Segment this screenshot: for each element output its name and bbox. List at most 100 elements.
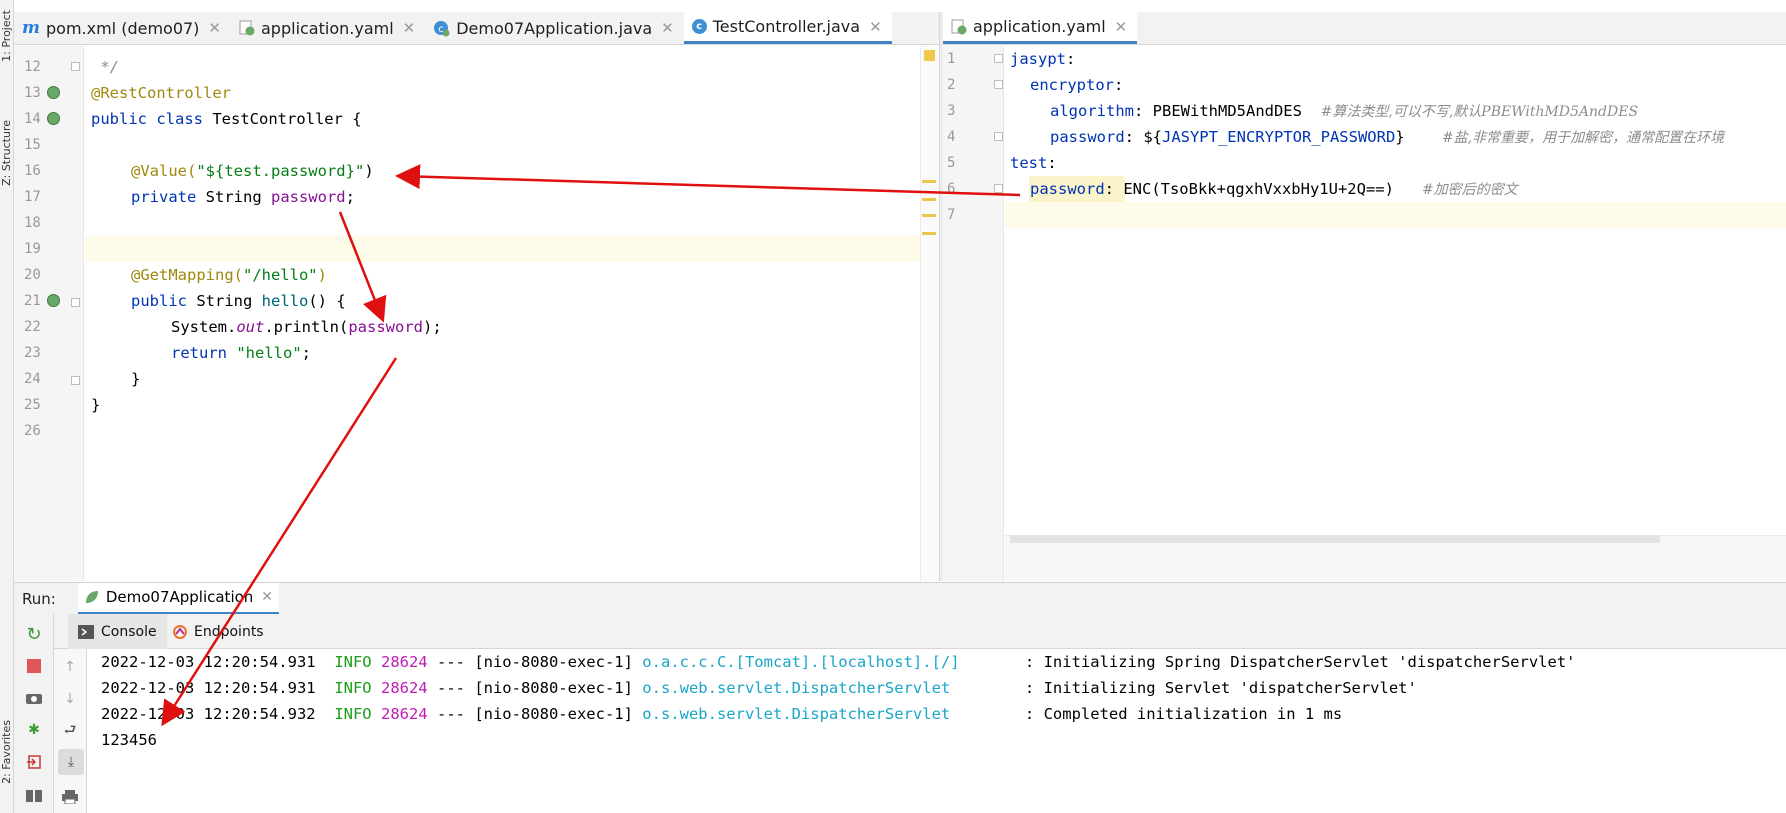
code-line-12: */ [91, 58, 119, 76]
rerun-icon[interactable]: ↻ [24, 624, 44, 645]
warning-indicator-icon[interactable] [924, 50, 935, 61]
scroll-to-end-icon[interactable]: ⤓ [58, 749, 84, 775]
fold-marker[interactable] [71, 298, 80, 307]
fold-marker[interactable] [994, 184, 1003, 193]
line-number: 24 [24, 371, 41, 387]
caret-line-highlight [1005, 202, 1786, 228]
close-icon[interactable]: ✕ [403, 19, 416, 37]
close-icon[interactable]: ✕ [869, 18, 882, 36]
line-number: 3 [947, 103, 956, 119]
fold-marker[interactable] [71, 376, 80, 385]
yaml-line-6: password: ENC(TsoBkk+qgxhVxxbHy1U+2Q==) … [1030, 180, 1518, 198]
line-number: 5 [947, 155, 956, 171]
line-number: 18 [24, 215, 41, 231]
class-icon: c [691, 19, 707, 34]
caret-line-highlight [85, 236, 939, 262]
tab-testcontroller[interactable]: c TestController.java ✕ [683, 12, 892, 44]
structure-tool-label[interactable]: Z: Structure [0, 120, 14, 186]
soft-wrap-icon[interactable]: ⮐ [60, 721, 80, 741]
stop-icon[interactable] [24, 656, 44, 676]
yaml-line-2: encryptor: [1030, 76, 1124, 94]
run-toolbar: ↻ ✱ [14, 614, 54, 813]
camera-icon[interactable] [24, 688, 44, 708]
project-tool-label[interactable]: 1: Project [0, 10, 14, 62]
line-number: 12 [24, 59, 41, 75]
left-tool-strip: 1: Project Z: Structure 2: Favorites [0, 0, 14, 813]
login-icon[interactable] [24, 752, 44, 772]
tab-label: application.yaml [973, 17, 1106, 36]
arrow-up-icon[interactable]: ↑ [60, 657, 80, 677]
tab-console[interactable]: Console [68, 614, 167, 649]
log-line: 2022-12-03 12:20:54.932 INFO 28624 --- [… [101, 705, 1343, 723]
close-icon[interactable]: ✕ [208, 19, 221, 37]
stripe-mark[interactable] [922, 198, 936, 201]
line-number: 14 [24, 111, 41, 127]
fold-marker[interactable] [994, 54, 1003, 63]
error-stripe[interactable] [920, 46, 939, 581]
line-number: 19 [24, 241, 41, 257]
arrow-down-icon[interactable]: ↓ [60, 689, 80, 709]
close-icon[interactable]: ✕ [1115, 18, 1128, 36]
code-line-21: public String hello() { [131, 292, 346, 310]
fold-marker[interactable] [994, 80, 1003, 89]
close-icon[interactable]: ✕ [261, 589, 273, 605]
java-editor[interactable]: 12 13 14 15 16 17 18 19 20 21 22 23 24 2… [14, 46, 939, 581]
log-line: 2022-12-03 12:20:54.931 INFO 28624 --- [… [101, 653, 1576, 671]
yaml-editor[interactable]: 1 2 3 4 5 6 7 jasypt: encryptor: algorit… [943, 46, 1786, 581]
tab-label: application.yaml [261, 18, 394, 38]
tab-pom-xml[interactable]: m pom.xml (demo07) ✕ [14, 12, 231, 44]
line-number: 13 [24, 85, 41, 101]
print-icon[interactable] [60, 787, 80, 807]
code-line-16: @Value("${test.password}") [131, 162, 374, 180]
horizontal-scrollbar[interactable] [1010, 535, 1660, 543]
console-output[interactable]: 2022-12-03 12:20:54.931 INFO 28624 --- [… [87, 649, 1786, 813]
tab-label: Demo07Application.java [456, 18, 653, 38]
line-number: 1 [947, 51, 956, 67]
code-line-13: @RestController [91, 84, 231, 102]
line-number: 16 [24, 163, 41, 179]
close-icon[interactable]: ✕ [661, 19, 674, 37]
code-line-22: System.out.println(password); [171, 318, 442, 336]
spring-endpoint-gutter-icon[interactable] [47, 294, 60, 307]
tab-application-yaml-right[interactable]: application.yaml ✕ [943, 12, 1138, 44]
stripe-mark[interactable] [922, 232, 936, 235]
line-number: 21 [24, 293, 41, 309]
line-number: 26 [24, 423, 41, 439]
tab-application-yaml[interactable]: application.yaml ✕ [231, 12, 425, 44]
tab-demo07application[interactable]: c Demo07Application.java ✕ [425, 12, 683, 44]
right-editor-tabbar: application.yaml ✕ [943, 12, 1786, 45]
stripe-mark[interactable] [922, 180, 936, 183]
stripe-mark[interactable] [922, 214, 936, 217]
line-number: 22 [24, 319, 41, 335]
log-line: 2022-12-03 12:20:54.931 INFO 28624 --- [… [101, 679, 1417, 697]
spring-bean-gutter-icon[interactable] [47, 112, 60, 125]
line-number: 2 [947, 77, 956, 93]
run-config-name: Demo07Application [105, 588, 254, 606]
line-number: 6 [947, 181, 956, 197]
fold-marker[interactable] [994, 132, 1003, 141]
console-toolbar: ↑ ↓ ⮐ ⤓ [54, 649, 87, 813]
fold-marker[interactable] [71, 62, 80, 71]
yaml-line-1: jasypt: [1010, 50, 1076, 68]
run-config-tab[interactable]: Demo07Application ✕ [77, 582, 280, 615]
favorites-tool-label[interactable]: 2: Favorites [0, 720, 14, 784]
spring-boot-icon [84, 589, 100, 605]
code-line-17: private String password; [131, 188, 355, 206]
spring-yaml-icon [951, 19, 967, 35]
run-subtabs: Console Endpoints [14, 614, 1786, 649]
line-number: 17 [24, 189, 41, 205]
yaml-line-3: algorithm: PBEWithMD5AndDES #算法类型,可以不写,默… [1050, 102, 1639, 120]
code-line-20: @GetMapping("/hello") [131, 266, 327, 284]
line-gutter: 1 2 3 4 5 6 7 [943, 46, 1004, 581]
debug-icon[interactable]: ✱ [24, 720, 44, 740]
tab-label: pom.xml (demo07) [46, 18, 200, 38]
output-line: 123456 [101, 731, 157, 749]
tab-label: TestController.java [712, 17, 861, 36]
console-icon [78, 624, 94, 639]
spring-class-icon: c [433, 20, 450, 37]
tab-endpoints[interactable]: Endpoints [166, 614, 270, 649]
spring-bean-gutter-icon[interactable] [47, 86, 60, 99]
endpoints-icon [172, 624, 188, 640]
layout-icon[interactable] [24, 786, 44, 806]
line-number: 4 [947, 129, 956, 145]
